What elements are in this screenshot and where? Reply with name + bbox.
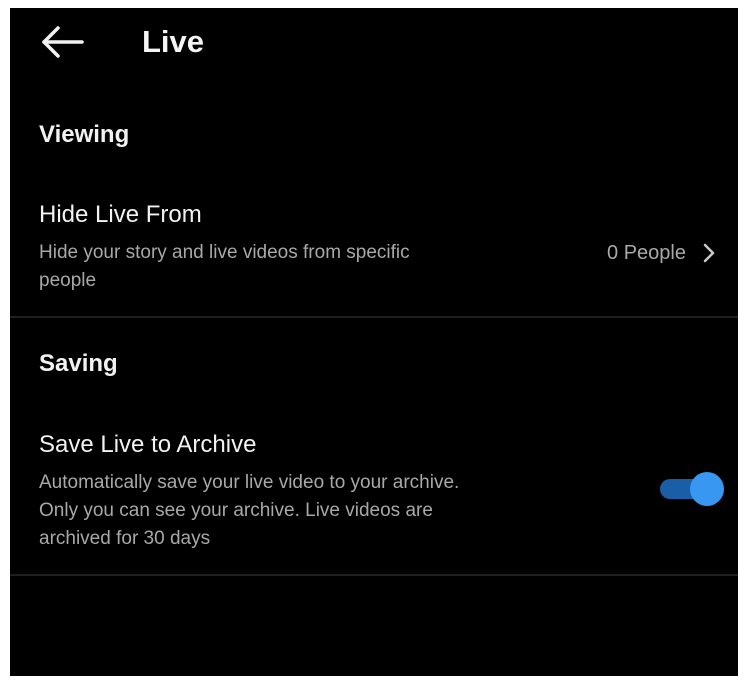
save-live-to-archive-toggle[interactable]	[656, 470, 726, 506]
hide-live-from-row[interactable]: Hide Live From Hide your story and live …	[10, 194, 738, 314]
hide-live-from-count: 0 People	[607, 242, 686, 264]
save-live-to-archive-description-line3: archived for 30 days	[39, 528, 211, 549]
hide-live-from-description-line1: Hide your story and live videos from spe…	[39, 242, 410, 263]
chevron-right-icon	[700, 240, 718, 266]
hide-live-from-description-line2: people	[39, 270, 97, 291]
live-settings-screen: Live Viewing Hide Live From Hide your st…	[10, 8, 738, 676]
arrow-left-icon	[38, 22, 86, 62]
save-live-to-archive-title: Save Live to Archive	[39, 431, 257, 458]
toggle-thumb	[690, 472, 724, 506]
section-divider	[10, 316, 738, 318]
page-title: Live	[142, 24, 205, 59]
save-live-to-archive-row: Save Live to Archive Automatically save …	[10, 424, 738, 574]
section-divider-bottom	[10, 574, 738, 576]
save-live-to-archive-description-line2: Only you can see your archive. Live vide…	[39, 500, 433, 521]
back-button[interactable]	[38, 22, 86, 62]
header-bar: Live	[10, 8, 738, 80]
hide-live-from-title: Hide Live From	[39, 201, 202, 228]
section-title-saving: Saving	[39, 350, 118, 377]
section-title-viewing: Viewing	[39, 121, 130, 148]
save-live-to-archive-description-line1: Automatically save your live video to yo…	[39, 472, 460, 493]
